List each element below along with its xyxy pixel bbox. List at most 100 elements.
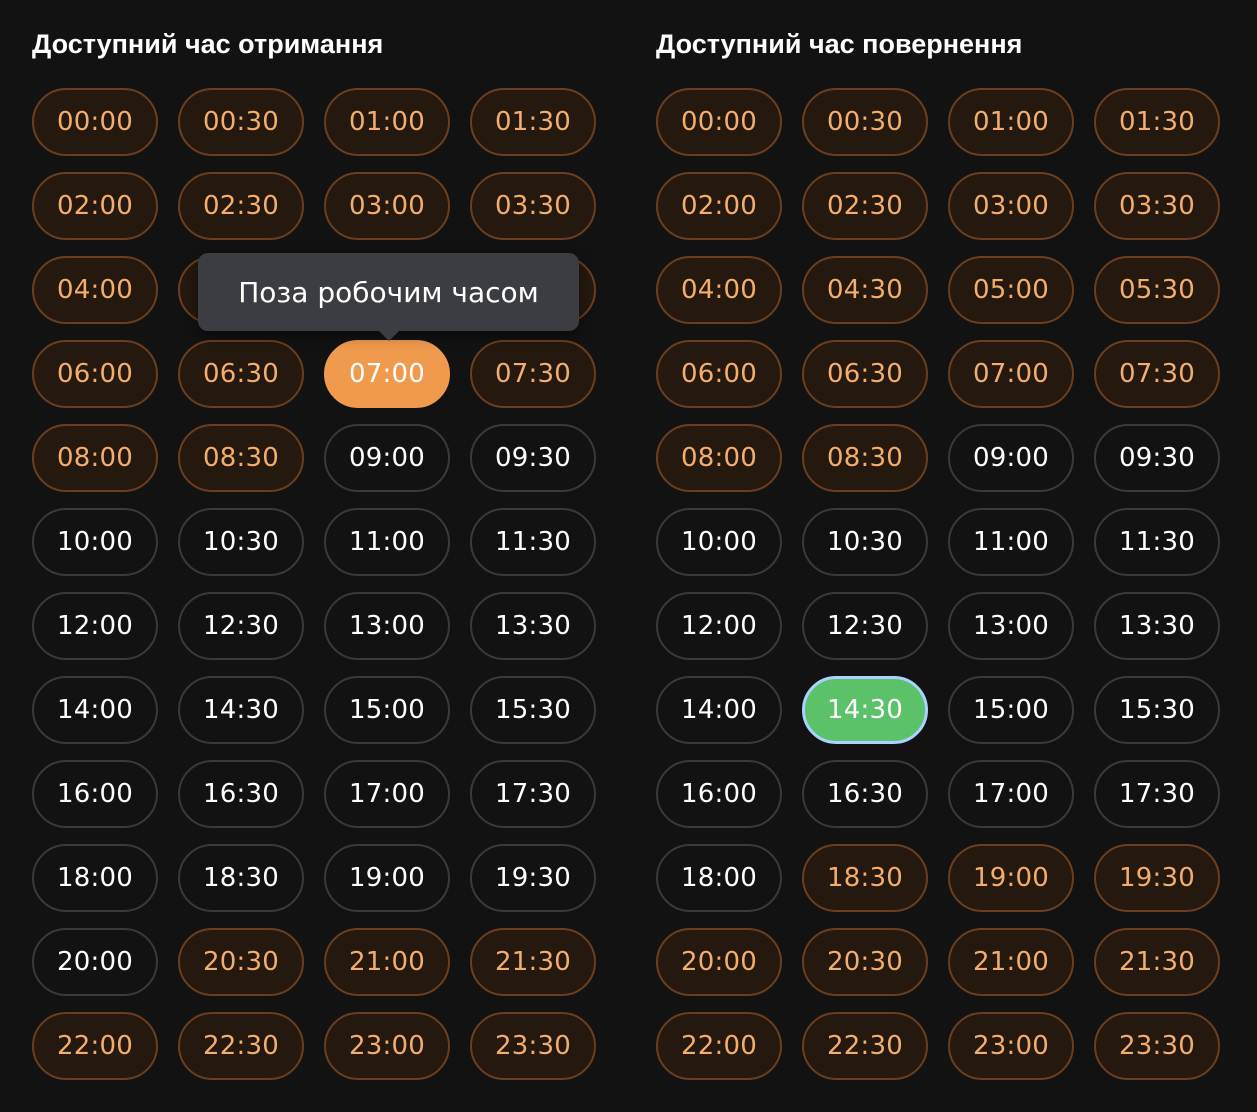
- pickup-time-slot-0230[interactable]: 02:30: [178, 172, 304, 240]
- pickup-time-slot-1800[interactable]: 18:00: [32, 844, 158, 912]
- return-time-slot-1330[interactable]: 13:30: [1094, 592, 1220, 660]
- return-time-slot-1730[interactable]: 17:30: [1094, 760, 1220, 828]
- pickup-time-slot-0730[interactable]: 07:30: [470, 340, 596, 408]
- return-time-slot-2330[interactable]: 23:30: [1094, 1012, 1220, 1080]
- return-time-slot-1200[interactable]: 12:00: [656, 592, 782, 660]
- return-time-slot-1130[interactable]: 11:30: [1094, 508, 1220, 576]
- pickup-time-slot-0300[interactable]: 03:00: [324, 172, 450, 240]
- return-slot-row: 22:00 22:30 23:00 23:30: [656, 1012, 1236, 1080]
- pickup-time-slot-1830[interactable]: 18:30: [178, 844, 304, 912]
- pickup-time-slot-1530[interactable]: 15:30: [470, 676, 596, 744]
- return-time-slot-2100[interactable]: 21:00: [948, 928, 1074, 996]
- return-time-slot-1800[interactable]: 18:00: [656, 844, 782, 912]
- pickup-time-slot-1100[interactable]: 11:00: [324, 508, 450, 576]
- pickup-time-slot-1700[interactable]: 17:00: [324, 760, 450, 828]
- return-time-slot-0330[interactable]: 03:30: [1094, 172, 1220, 240]
- return-time-slot-1700[interactable]: 17:00: [948, 760, 1074, 828]
- pickup-time-slot-0200[interactable]: 02:00: [32, 172, 158, 240]
- pickup-slot-row: 00:00 00:30 01:00 01:30: [32, 88, 612, 156]
- return-time-slot-0500[interactable]: 05:00: [948, 256, 1074, 324]
- return-time-slot-2200[interactable]: 22:00: [656, 1012, 782, 1080]
- return-time-slot-2000[interactable]: 20:00: [656, 928, 782, 996]
- return-time-slot-1030[interactable]: 10:30: [802, 508, 928, 576]
- return-time-slot-1900[interactable]: 19:00: [948, 844, 1074, 912]
- return-time-slot-0630[interactable]: 06:30: [802, 340, 928, 408]
- return-time-slot-2030[interactable]: 20:30: [802, 928, 928, 996]
- return-time-slot-0100[interactable]: 01:00: [948, 88, 1074, 156]
- pickup-time-slot-1430[interactable]: 14:30: [178, 676, 304, 744]
- return-time-slot-1930[interactable]: 19:30: [1094, 844, 1220, 912]
- pickup-time-slot-1630[interactable]: 16:30: [178, 760, 304, 828]
- pickup-time-slot-0600[interactable]: 06:00: [32, 340, 158, 408]
- return-time-slot-0230[interactable]: 02:30: [802, 172, 928, 240]
- return-time-slot-1600[interactable]: 16:00: [656, 760, 782, 828]
- return-time-slot-0900[interactable]: 09:00: [948, 424, 1074, 492]
- return-time-slot-0800[interactable]: 08:00: [656, 424, 782, 492]
- pickup-time-slot-1600[interactable]: 16:00: [32, 760, 158, 828]
- return-time-slot-2300[interactable]: 23:00: [948, 1012, 1074, 1080]
- pickup-time-slot-2130[interactable]: 21:30: [470, 928, 596, 996]
- pickup-time-slot-2300[interactable]: 23:00: [324, 1012, 450, 1080]
- pickup-time-slot-1730[interactable]: 17:30: [470, 760, 596, 828]
- pickup-time-slot-0030[interactable]: 00:30: [178, 88, 304, 156]
- return-time-slot-1830[interactable]: 18:30: [802, 844, 928, 912]
- return-time-slot-2130[interactable]: 21:30: [1094, 928, 1220, 996]
- pickup-time-slot-1030[interactable]: 10:30: [178, 508, 304, 576]
- return-time-slot-1630[interactable]: 16:30: [802, 760, 928, 828]
- return-slot-row: 14:00 14:30 15:00 15:30: [656, 676, 1236, 744]
- return-time-slot-1500[interactable]: 15:00: [948, 676, 1074, 744]
- pickup-time-slot-0800[interactable]: 08:00: [32, 424, 158, 492]
- return-time-slot-1400[interactable]: 14:00: [656, 676, 782, 744]
- return-time-slot-1230[interactable]: 12:30: [802, 592, 928, 660]
- pickup-time-slot-1400[interactable]: 14:00: [32, 676, 158, 744]
- pickup-time-slot-2330[interactable]: 23:30: [470, 1012, 596, 1080]
- return-time-slot-1430[interactable]: 14:30: [802, 676, 928, 744]
- return-time-slot-0730[interactable]: 07:30: [1094, 340, 1220, 408]
- pickup-time-slot-0400[interactable]: 04:00: [32, 256, 158, 324]
- pickup-time-slot-0100[interactable]: 01:00: [324, 88, 450, 156]
- pickup-time-slot-0130[interactable]: 01:30: [470, 88, 596, 156]
- pickup-time-slot-1230[interactable]: 12:30: [178, 592, 304, 660]
- pickup-time-slot-0000[interactable]: 00:00: [32, 88, 158, 156]
- pickup-time-slot-0330[interactable]: 03:30: [470, 172, 596, 240]
- pickup-time-slot-1930[interactable]: 19:30: [470, 844, 596, 912]
- pickup-time-slot-0930[interactable]: 09:30: [470, 424, 596, 492]
- return-time-slot-0300[interactable]: 03:00: [948, 172, 1074, 240]
- pickup-time-slot-1300[interactable]: 13:00: [324, 592, 450, 660]
- pickup-time-slot-0830[interactable]: 08:30: [178, 424, 304, 492]
- return-time-slot-0700[interactable]: 07:00: [948, 340, 1074, 408]
- pickup-time-slot-1130[interactable]: 11:30: [470, 508, 596, 576]
- pickup-slot-row: 20:00 20:30 21:00 21:30: [32, 928, 612, 996]
- return-time-slot-0200[interactable]: 02:00: [656, 172, 782, 240]
- pickup-time-slot-2100[interactable]: 21:00: [324, 928, 450, 996]
- return-slot-row: 06:00 06:30 07:00 07:30: [656, 340, 1236, 408]
- pickup-time-slot-2030[interactable]: 20:30: [178, 928, 304, 996]
- pickup-time-slot-2000[interactable]: 20:00: [32, 928, 158, 996]
- return-time-slot-1100[interactable]: 11:00: [948, 508, 1074, 576]
- return-time-slot-0000[interactable]: 00:00: [656, 88, 782, 156]
- pickup-time-slot-1000[interactable]: 10:00: [32, 508, 158, 576]
- pickup-time-slot-1500[interactable]: 15:00: [324, 676, 450, 744]
- pickup-time-slot-0630[interactable]: 06:30: [178, 340, 304, 408]
- return-time-slot-0930[interactable]: 09:30: [1094, 424, 1220, 492]
- pickup-time-slot-2200[interactable]: 22:00: [32, 1012, 158, 1080]
- pickup-time-slot-1330[interactable]: 13:30: [470, 592, 596, 660]
- pickup-slot-row: 02:00 02:30 03:00 03:30: [32, 172, 612, 240]
- return-time-slot-0530[interactable]: 05:30: [1094, 256, 1220, 324]
- pickup-time-slot-0700[interactable]: 07:00: [324, 340, 450, 408]
- return-time-slot-2230[interactable]: 22:30: [802, 1012, 928, 1080]
- return-time-slot-0030[interactable]: 00:30: [802, 88, 928, 156]
- return-time-slot-0430[interactable]: 04:30: [802, 256, 928, 324]
- return-time-slot-0600[interactable]: 06:00: [656, 340, 782, 408]
- return-time-slot-1300[interactable]: 13:00: [948, 592, 1074, 660]
- return-time-slot-0830[interactable]: 08:30: [802, 424, 928, 492]
- pickup-time-slot-2230[interactable]: 22:30: [178, 1012, 304, 1080]
- return-time-slot-1000[interactable]: 10:00: [656, 508, 782, 576]
- pickup-time-slot-0900[interactable]: 09:00: [324, 424, 450, 492]
- pickup-time-slot-1200[interactable]: 12:00: [32, 592, 158, 660]
- return-time-slot-0130[interactable]: 01:30: [1094, 88, 1220, 156]
- pickup-time-slot-1900[interactable]: 19:00: [324, 844, 450, 912]
- return-time-slot-1530[interactable]: 15:30: [1094, 676, 1220, 744]
- return-time-slot-0400[interactable]: 04:00: [656, 256, 782, 324]
- pickup-slot-row: 22:00 22:30 23:00 23:30: [32, 1012, 612, 1080]
